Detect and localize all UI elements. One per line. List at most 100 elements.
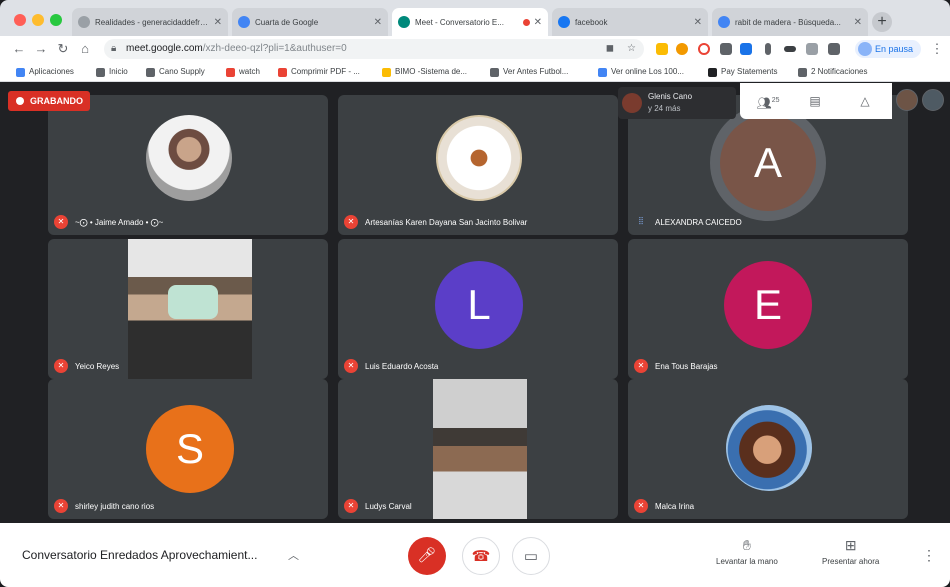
- bookmark-los-100[interactable]: Ver online Los 100...: [598, 66, 684, 78]
- tab-title: Realidades - generacidaddefro...: [95, 17, 210, 27]
- mic-off-icon: ✕: [344, 499, 358, 513]
- participant-tile[interactable]: ✕ Ludys Carval: [338, 379, 618, 519]
- home-icon[interactable]: ⌂: [76, 40, 94, 58]
- tab-favicon-icon: [78, 16, 90, 28]
- extension-cube-icon[interactable]: [806, 43, 818, 55]
- hang-up-icon: ☎︎: [471, 548, 491, 565]
- participant-photo: [726, 405, 812, 491]
- self-view-thumbnail-2[interactable]: [922, 89, 944, 111]
- extension-blue-icon[interactable]: [740, 43, 752, 55]
- new-tab-button[interactable]: +: [872, 12, 892, 32]
- extension-pin-icon[interactable]: [765, 43, 771, 55]
- bookmark-comprimir-pdf[interactable]: Comprimir PDF - ...: [278, 66, 360, 78]
- forward-arrow-icon[interactable]: →: [32, 40, 50, 58]
- profile-button[interactable]: En pausa: [855, 40, 922, 58]
- recording-badge: GRABANDO: [8, 91, 90, 111]
- chevron-up-icon[interactable]: ︿: [288, 547, 299, 563]
- participant-name: Yeico Reyes: [75, 361, 120, 371]
- tab-rabit-de-madera[interactable]: rabit de madera - Búsqueda... ✕: [712, 8, 868, 36]
- tab-close-icon[interactable]: ✕: [534, 17, 542, 28]
- avatar-letter: L: [435, 261, 523, 349]
- participant-namebar: ✕ Malca Irina: [634, 499, 694, 513]
- bookmark-bimo[interactable]: BIMO -Sistema de...: [382, 66, 467, 78]
- mic-off-icon: ✕: [344, 359, 358, 373]
- extension-opera-icon[interactable]: [698, 43, 710, 55]
- back-arrow-icon[interactable]: ←: [10, 40, 28, 58]
- camera-in-use-icon[interactable]: ◼︎: [606, 39, 614, 59]
- participant-tile[interactable]: ✕ Malca Irina: [628, 379, 908, 519]
- extensions-puzzle-icon[interactable]: [828, 43, 840, 55]
- reload-icon[interactable]: ↻: [54, 40, 72, 58]
- extension-square-icon[interactable]: [720, 43, 732, 55]
- browser-window: Realidades - generacidaddefro... ✕ Cuart…: [0, 0, 950, 587]
- extension-honey-icon[interactable]: [676, 43, 688, 55]
- bookmark-watch[interactable]: watch: [226, 66, 260, 78]
- participant-namebar: ✕ shirley judith cano rios: [54, 499, 154, 513]
- url-path: /xzh-deeo-qzl?pli=1&authuser=0: [202, 43, 347, 54]
- window-close-button[interactable]: [14, 14, 26, 26]
- mic-off-icon: ✕: [54, 215, 68, 229]
- globe-icon: [96, 67, 105, 77]
- self-view-thumbnail[interactable]: [896, 89, 918, 111]
- participant-tile[interactable]: ✕ Artesanías Karen Dayana San Jacinto Bo…: [338, 95, 618, 235]
- bookmark-pay-statements[interactable]: Pay Statements: [708, 66, 777, 78]
- raise-hand-button[interactable]: ✋︎ Levantar la mano: [716, 537, 778, 566]
- participant-namebar: ✕ Yeico Reyes: [54, 359, 119, 373]
- bookmark-aplicaciones[interactable]: Aplicaciones: [16, 66, 74, 78]
- participant-namebar: ✕ Artesanías Karen Dayana San Jacinto Bo…: [344, 215, 527, 229]
- window-minimize-button[interactable]: [32, 14, 44, 26]
- bookmark-label: Pay Statements: [721, 67, 778, 76]
- browser-menu-icon[interactable]: ⋮: [928, 40, 946, 58]
- present-now-button[interactable]: ⊞ Presentar ahora: [822, 537, 879, 566]
- chat-button[interactable]: ▤: [806, 92, 824, 110]
- participant-camera-feed: [128, 239, 252, 379]
- avatar-letter: A: [720, 115, 816, 211]
- participant-tile[interactable]: L ✕ Luis Eduardo Acosta: [338, 239, 618, 379]
- tab-close-icon[interactable]: ✕: [694, 17, 702, 28]
- camera-toggle-button[interactable]: ▭: [512, 537, 550, 575]
- recording-dot-icon: [16, 97, 24, 105]
- tab-meet[interactable]: Meet - Conversatorio E... ✕: [392, 8, 548, 36]
- participant-tile[interactable]: ✕ Yeico Reyes: [48, 239, 328, 379]
- presenter-chip[interactable]: Glenis Cano y 24 más: [618, 87, 736, 119]
- avatar-letter: S: [146, 405, 234, 493]
- tab-close-icon[interactable]: ✕: [374, 17, 382, 28]
- meet-control-bar: Conversatorio Enredados Aprovechamient..…: [0, 523, 950, 587]
- bookmark-inicio[interactable]: Inicio: [96, 66, 128, 78]
- recording-label: GRABANDO: [30, 96, 83, 106]
- participant-tile[interactable]: ✕ ~⨀ • Jaime Amado • ⨀~: [48, 95, 328, 235]
- activities-button[interactable]: △: [856, 92, 874, 110]
- mic-off-icon: ✕: [634, 499, 648, 513]
- bookmark-label: 2 Notificaciones: [811, 67, 868, 76]
- tab-favicon-icon: [398, 16, 410, 28]
- window-zoom-button[interactable]: [50, 14, 62, 26]
- tab-favicon-icon: [558, 16, 570, 28]
- bookmark-label: BIMO -Sistema de...: [395, 67, 468, 76]
- participant-name: Artesanías Karen Dayana San Jacinto Boli…: [365, 217, 528, 227]
- tab-cuarta-de-google[interactable]: Cuarta de Google ✕: [232, 8, 388, 36]
- more-options-icon[interactable]: ⋮: [922, 547, 936, 564]
- meeting-title[interactable]: Conversatorio Enredados Aprovechamient..…: [22, 548, 257, 562]
- tab-close-icon[interactable]: ✕: [214, 17, 222, 28]
- tab-close-icon[interactable]: ✕: [854, 17, 862, 28]
- participant-tile[interactable]: S ✕ shirley judith cano rios: [48, 379, 328, 519]
- extension-pencil-icon[interactable]: [656, 43, 668, 55]
- participant-tile[interactable]: E ✕ Ena Tous Barajas: [628, 239, 908, 379]
- bookmark-notificaciones[interactable]: 2 Notificaciones: [798, 66, 867, 78]
- participant-name: Ena Tous Barajas: [655, 361, 718, 371]
- bookmark-star-icon[interactable]: ☆: [627, 39, 636, 59]
- participant-namebar: ⦙⦙ ALEXANDRA CAICEDO: [634, 215, 742, 229]
- mic-off-icon: 🎤︎: [417, 547, 437, 564]
- address-bar[interactable]: 🔒︎ meet.google.com/xzh-deeo-qzl?pli=1&au…: [104, 39, 644, 59]
- hand-icon: ✋︎: [742, 537, 751, 553]
- mic-off-icon: ✕: [344, 215, 358, 229]
- tab-facebook[interactable]: facebook ✕: [552, 8, 708, 36]
- extension-bar-icon[interactable]: [784, 46, 796, 52]
- leave-call-button[interactable]: ☎︎: [462, 537, 500, 575]
- bookmark-cano-supply[interactable]: Cano Supply: [146, 66, 205, 78]
- participant-name: ~⨀ • Jaime Amado • ⨀~: [75, 217, 164, 227]
- tab-realidades[interactable]: Realidades - generacidaddefro... ✕: [72, 8, 228, 36]
- bookmark-futbol[interactable]: Ver Antes Futbol...: [490, 66, 568, 78]
- mic-toggle-button[interactable]: 🎤︎: [408, 537, 446, 575]
- people-button[interactable]: 👥︎25: [756, 92, 780, 110]
